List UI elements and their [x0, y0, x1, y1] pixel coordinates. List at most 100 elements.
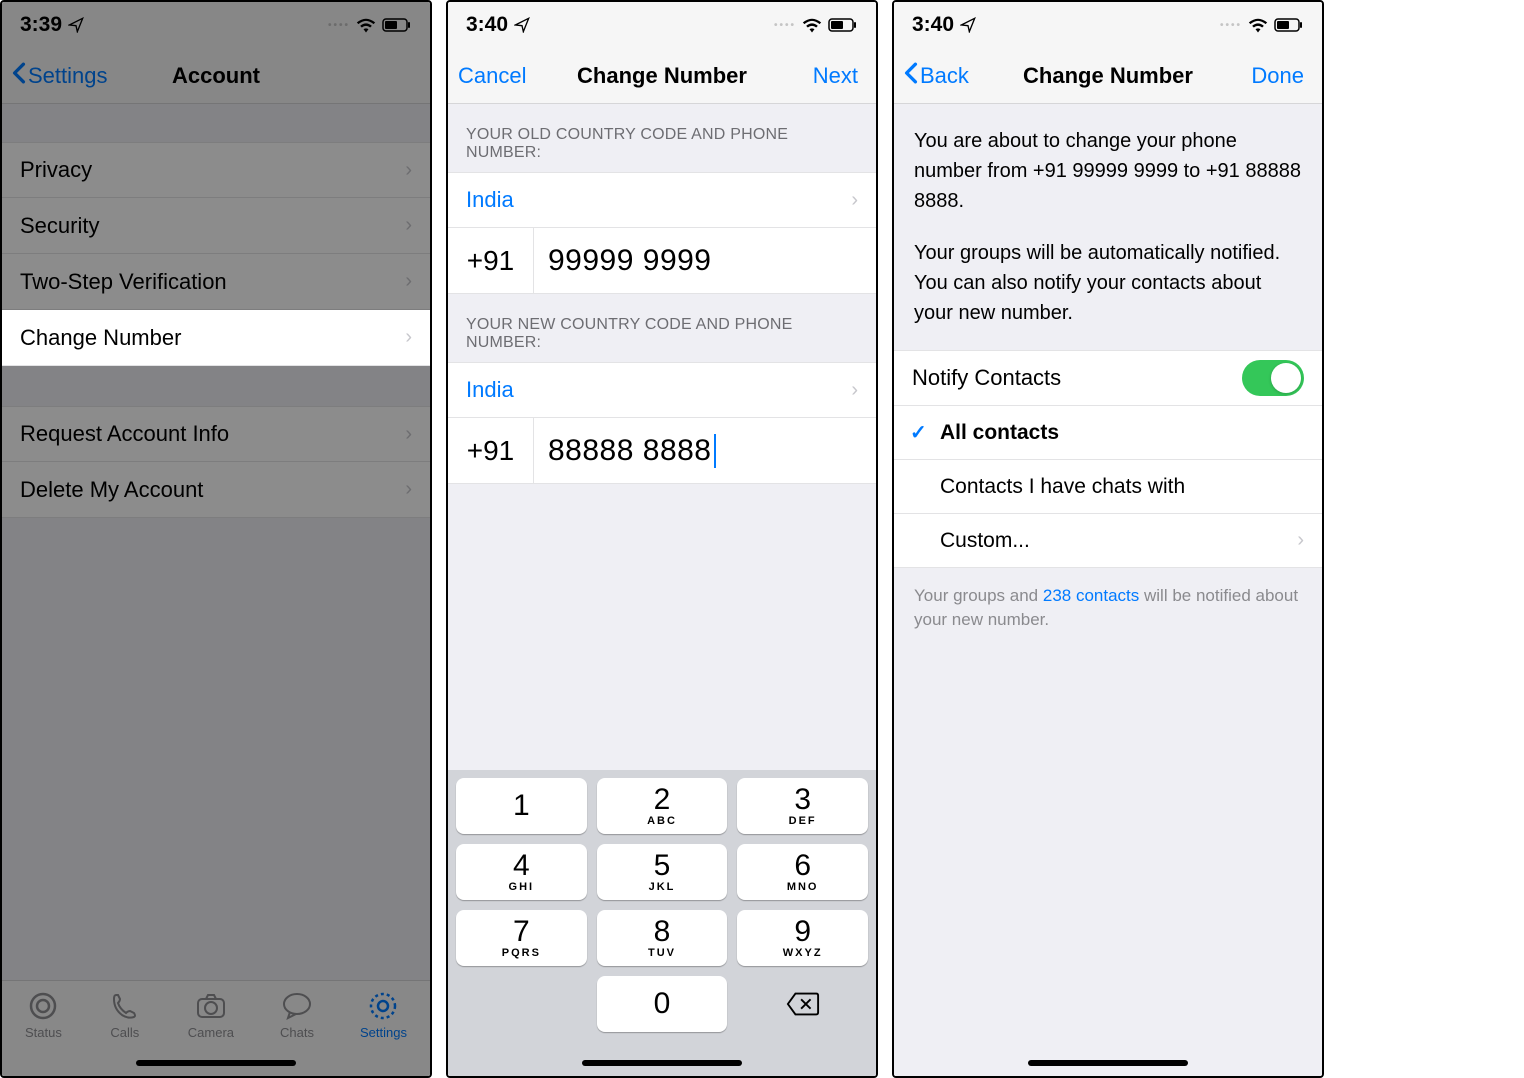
- tab-calls[interactable]: Calls: [108, 989, 142, 1040]
- keypad-key-5[interactable]: 5JKL: [597, 844, 728, 900]
- tab-label: Camera: [188, 1025, 234, 1040]
- battery-icon: [1274, 18, 1304, 32]
- content-area: Privacy › Security › Two-Step Verificati…: [2, 104, 430, 980]
- row-label: Request Account Info: [20, 421, 229, 447]
- keypad-key-3[interactable]: 3DEF: [737, 778, 868, 834]
- new-number-row: +91 88888 8888: [448, 418, 876, 484]
- notify-toggle[interactable]: [1242, 360, 1304, 396]
- chevron-right-icon: ›: [851, 189, 858, 212]
- new-country-code-input[interactable]: +91: [448, 418, 534, 483]
- home-indicator[interactable]: [136, 1060, 296, 1066]
- chevron-right-icon: ›: [405, 478, 412, 501]
- content-area: You are about to change your phone numbe…: [894, 104, 1322, 1076]
- chevron-right-icon: ›: [405, 270, 412, 293]
- keypad-key-2[interactable]: 2ABC: [597, 778, 728, 834]
- back-button[interactable]: Settings: [12, 48, 108, 103]
- signal-dots: ••••: [774, 20, 796, 31]
- tab-label: Calls: [110, 1025, 139, 1040]
- info-paragraph: Your groups will be automatically notifi…: [914, 238, 1302, 328]
- page-title: Change Number: [577, 63, 747, 89]
- new-number-input[interactable]: 88888 8888: [534, 434, 876, 468]
- done-button[interactable]: Done: [1251, 48, 1304, 103]
- status-bar: 3:40 ••••: [448, 2, 876, 48]
- battery-icon: [828, 18, 858, 32]
- battery-icon: [382, 18, 412, 32]
- confirm-info: You are about to change your phone numbe…: [894, 104, 1322, 350]
- home-indicator[interactable]: [582, 1060, 742, 1066]
- chevron-left-icon: [12, 62, 26, 90]
- status-time: 3:40: [912, 13, 954, 37]
- row-change-number[interactable]: Change Number ›: [2, 310, 430, 366]
- screen-account: 3:39 •••• Settings Account Privacy: [0, 0, 432, 1078]
- tab-settings[interactable]: Settings: [360, 989, 407, 1040]
- tab-chats[interactable]: Chats: [280, 989, 314, 1040]
- keypad-key-7[interactable]: 7PQRS: [456, 910, 587, 966]
- page-title: Change Number: [1023, 63, 1193, 89]
- keypad-key-0[interactable]: 0: [597, 976, 728, 1032]
- row-label: Change Number: [20, 325, 181, 351]
- option-all-contacts[interactable]: ✓ All contacts: [894, 406, 1322, 460]
- keypad-key-backspace[interactable]: [737, 976, 868, 1032]
- tab-status[interactable]: Status: [25, 989, 62, 1040]
- next-button[interactable]: Next: [813, 48, 858, 103]
- status-time: 3:39: [20, 13, 62, 37]
- row-label: Delete My Account: [20, 477, 203, 503]
- keypad-blank: [456, 976, 587, 1032]
- tab-label: Status: [25, 1025, 62, 1040]
- home-indicator[interactable]: [1028, 1060, 1188, 1066]
- wifi-icon: [356, 17, 376, 33]
- old-number-input[interactable]: 99999 9999: [534, 244, 876, 278]
- back-button[interactable]: Back: [904, 48, 969, 103]
- row-delete-account[interactable]: Delete My Account ›: [2, 462, 430, 518]
- wifi-icon: [802, 17, 822, 33]
- footer-note: Your groups and 238 contacts will be not…: [894, 568, 1322, 648]
- info-paragraph: You are about to change your phone numbe…: [914, 126, 1302, 216]
- option-label: All contacts: [940, 421, 1059, 445]
- country-label: India: [466, 377, 514, 403]
- signal-dots: ••••: [1220, 20, 1242, 31]
- tab-camera[interactable]: Camera: [188, 989, 234, 1040]
- keypad-key-6[interactable]: 6MNO: [737, 844, 868, 900]
- tab-label: Chats: [280, 1025, 314, 1040]
- contacts-count-link[interactable]: 238 contacts: [1043, 586, 1139, 605]
- row-request-info[interactable]: Request Account Info ›: [2, 406, 430, 462]
- keypad-key-8[interactable]: 8TUV: [597, 910, 728, 966]
- wifi-icon: [1248, 17, 1268, 33]
- row-security[interactable]: Security ›: [2, 198, 430, 254]
- keypad-key-9[interactable]: 9WXYZ: [737, 910, 868, 966]
- option-custom[interactable]: Custom... ›: [894, 514, 1322, 568]
- chevron-right-icon: ›: [405, 159, 412, 182]
- nav-bar: Settings Account: [2, 48, 430, 104]
- location-icon: [960, 17, 976, 33]
- chevron-right-icon: ›: [405, 326, 412, 349]
- screen-change-number-confirm: 3:40 •••• Back Change Number Done: [892, 0, 1324, 1078]
- old-country-row[interactable]: India ›: [448, 172, 876, 228]
- status-time: 3:40: [466, 13, 508, 37]
- chevron-right-icon: ›: [405, 214, 412, 237]
- option-chats[interactable]: Contacts I have chats with: [894, 460, 1322, 514]
- row-label: Privacy: [20, 157, 92, 183]
- option-label: Custom...: [940, 529, 1030, 553]
- row-label: Two-Step Verification: [20, 269, 227, 295]
- row-privacy[interactable]: Privacy ›: [2, 142, 430, 198]
- content-area: YOUR OLD COUNTRY CODE AND PHONE NUMBER: …: [448, 104, 876, 1076]
- location-icon: [68, 17, 84, 33]
- notify-contacts-row[interactable]: Notify Contacts: [894, 350, 1322, 406]
- old-section-header: YOUR OLD COUNTRY CODE AND PHONE NUMBER:: [448, 104, 876, 172]
- cancel-button[interactable]: Cancel: [458, 48, 526, 103]
- old-country-code-input[interactable]: +91: [448, 228, 534, 293]
- row-twostep[interactable]: Two-Step Verification ›: [2, 254, 430, 310]
- chevron-right-icon: ›: [851, 379, 858, 402]
- settings-icon: [366, 989, 400, 1023]
- check-icon: ✓: [910, 420, 927, 445]
- screen-change-number-entry: 3:40 •••• Cancel Change Number Next YOUR…: [446, 0, 878, 1078]
- keypad-key-4[interactable]: 4GHI: [456, 844, 587, 900]
- chats-icon: [280, 989, 314, 1023]
- numeric-keypad: 1 2ABC 3DEF 4GHI 5JKL 6MNO 7PQRS 8TUV 9W…: [448, 770, 876, 1076]
- status-bar: 3:40 ••••: [894, 2, 1322, 48]
- new-section-header: YOUR NEW COUNTRY CODE AND PHONE NUMBER:: [448, 294, 876, 362]
- new-country-row[interactable]: India ›: [448, 362, 876, 418]
- nav-bar: Cancel Change Number Next: [448, 48, 876, 104]
- calls-icon: [108, 989, 142, 1023]
- keypad-key-1[interactable]: 1: [456, 778, 587, 834]
